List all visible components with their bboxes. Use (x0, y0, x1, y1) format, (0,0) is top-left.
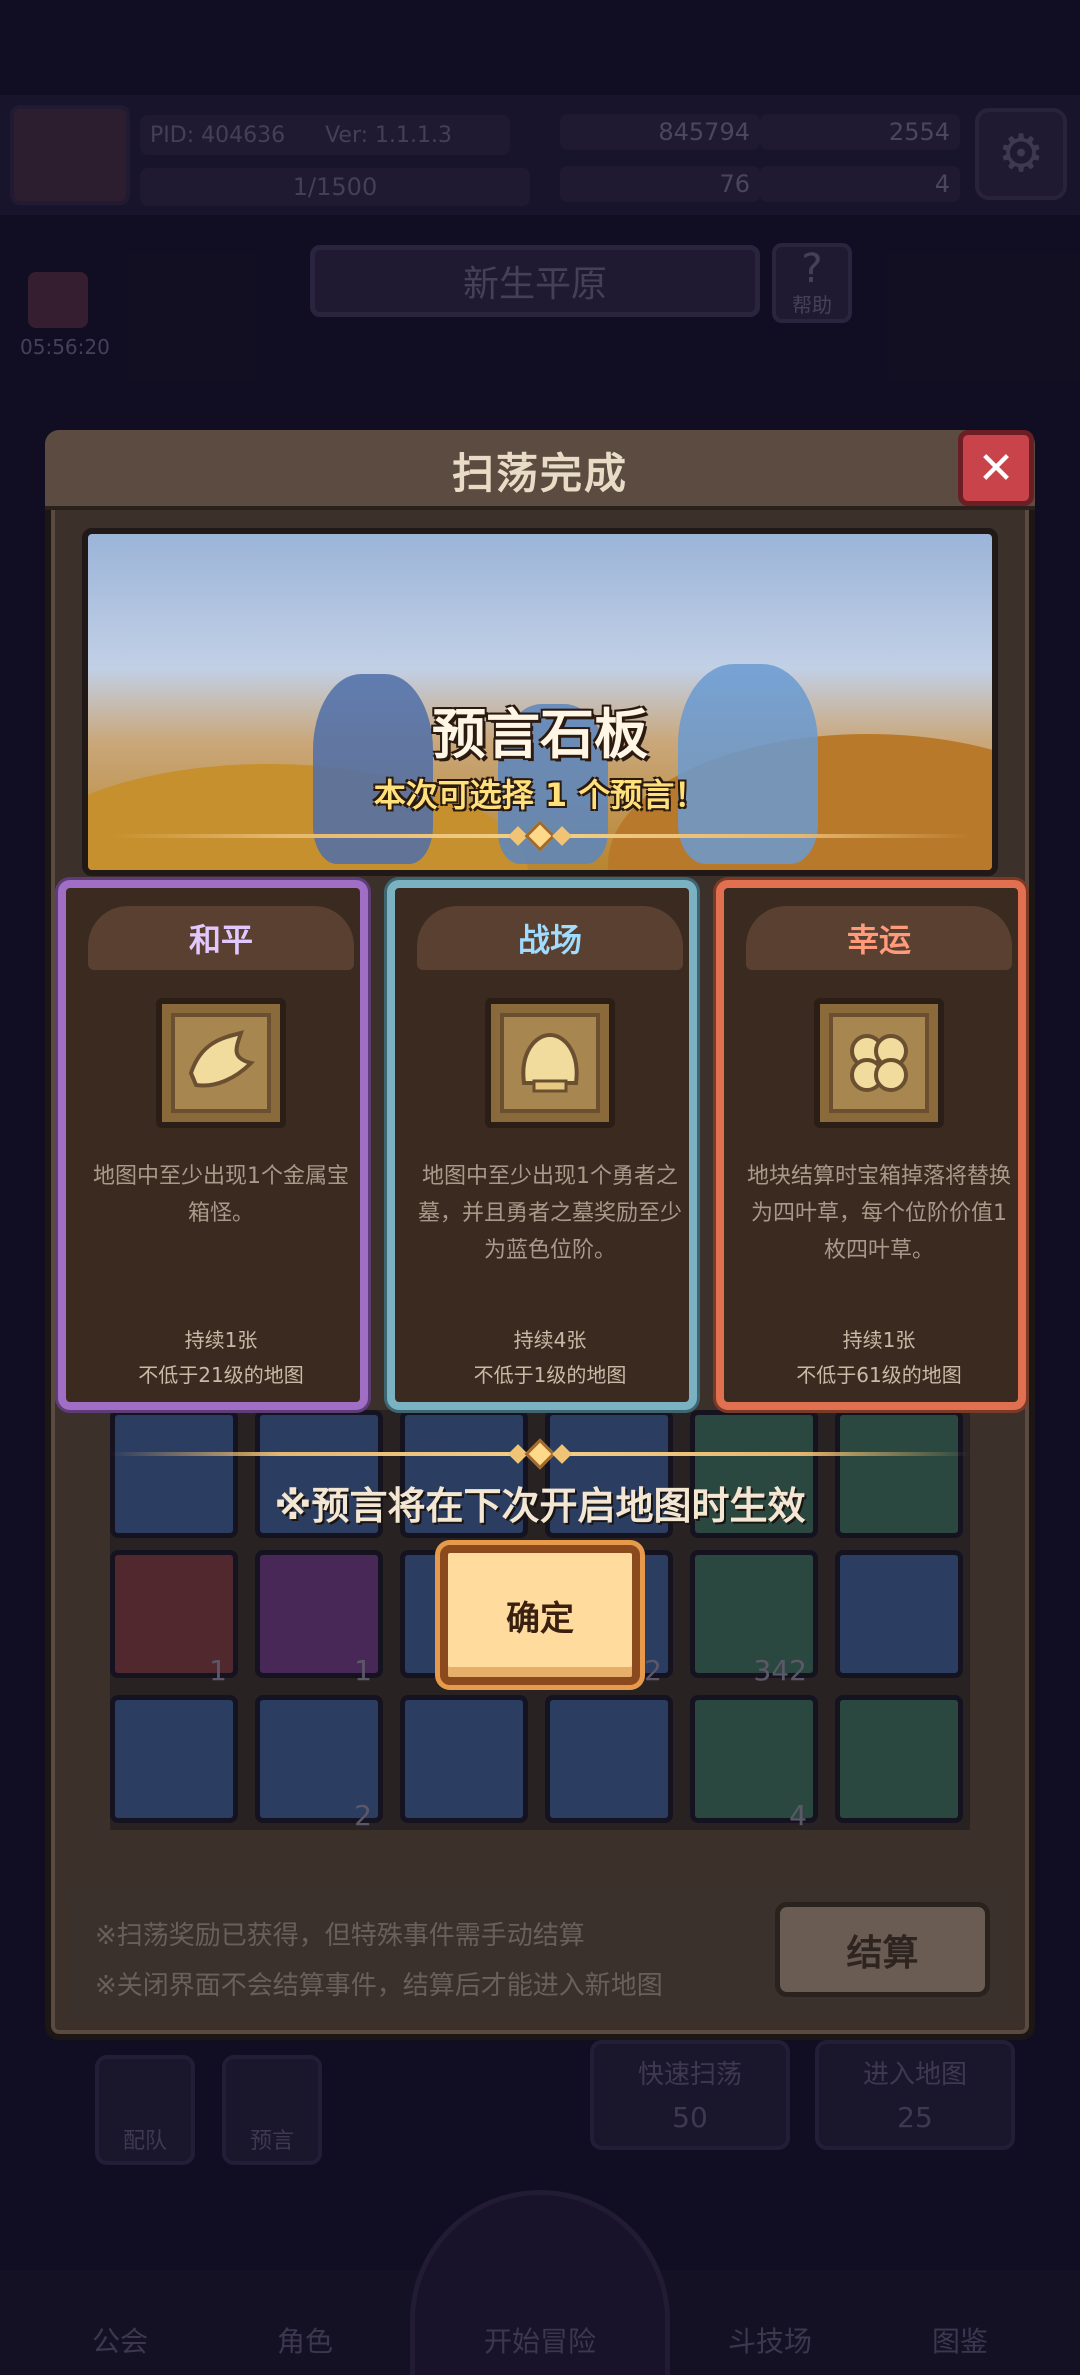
card-title: 幸运 (746, 906, 1012, 970)
settle-button[interactable]: 结算 (775, 1902, 990, 1997)
tip-line-1: ※扫荡奖励已获得，但特殊事件需手动结算 (95, 1921, 585, 1951)
card-icon-frame (814, 998, 944, 1128)
tip-line-2: ※关闭界面不会结算事件，结算后才能进入新地图 (95, 1971, 663, 2001)
card-requirement: 不低于61级的地图 (796, 1363, 962, 1387)
ornament-icon (485, 1438, 595, 1470)
four-leaf-clover-icon (829, 1013, 929, 1113)
card-requirement: 不低于21级的地图 (138, 1363, 304, 1387)
player-avatar[interactable] (10, 105, 130, 205)
player-id-bar: PID: 404636 Ver: 1.1.1.3 (140, 115, 510, 155)
prophecy-title: 预言石板 (432, 703, 648, 766)
nav-start-adventure[interactable]: 开始冒险 (440, 2320, 640, 2360)
gem-value: 2554 (888, 118, 950, 146)
help-label: 帮助 (792, 292, 832, 317)
gold-value: 845794 (658, 118, 750, 146)
card-description: 地块结算时宝箱掉落将替换为四叶草，每个位阶价值1枚四叶草。 (746, 1164, 1011, 1263)
player-id: PID: 404636 (150, 122, 286, 148)
ornament-icon (485, 820, 595, 852)
close-icon: ✕ (977, 442, 1015, 494)
prophecy-label: 预言 (249, 2129, 294, 2154)
card-duration: 持续1张 (184, 1328, 258, 1352)
confirm-label: 确定 (506, 1598, 574, 1639)
team-label: 配队 (122, 2129, 167, 2154)
card-icon-frame (485, 998, 615, 1128)
stamina-bar: 1/1500 (140, 168, 530, 206)
help-button[interactable]: ? 帮助 (772, 243, 852, 323)
shell-helmet-icon (500, 1013, 600, 1113)
close-button[interactable]: ✕ (958, 430, 1034, 506)
card-duration: 持续1张 (842, 1328, 916, 1352)
question-icon: ? (801, 245, 823, 292)
gold-counter: 845794 (560, 114, 760, 150)
prophecy-card-battlefield[interactable]: 战场 地图中至少出现1个勇者之墓，并且勇者之墓奖励至少为蓝色位阶。 持续4张 不… (387, 880, 697, 1410)
gem-counter: 2554 (760, 114, 960, 150)
event-timer: 05:56:20 (20, 335, 110, 359)
card-description: 地图中至少出现1个金属宝箱怪。 (93, 1164, 349, 1226)
card-duration-block: 持续1张 不低于61级的地图 (724, 1323, 1034, 1393)
quick-sweep-cost: 50 (672, 2101, 708, 2134)
card-duration: 持续4张 (513, 1328, 587, 1352)
card-duration-block: 持续4张 不低于1级的地图 (395, 1323, 705, 1393)
quick-sweep-button[interactable]: 快速扫荡 50 (590, 2040, 790, 2150)
nav-guild[interactable]: 公会 (60, 2320, 180, 2360)
confirm-button[interactable]: 确定 (440, 1545, 640, 1685)
dove-icon (171, 1013, 271, 1113)
dialog-title: 扫荡完成 (451, 449, 628, 498)
card-description: 地图中至少出现1个勇者之墓，并且勇者之墓奖励至少为蓝色位阶。 (417, 1164, 682, 1263)
card-requirement: 不低于1级的地图 (473, 1363, 627, 1387)
enter-map-cost: 25 (897, 2101, 933, 2134)
nav-arena[interactable]: 斗技场 (700, 2320, 840, 2360)
enter-map-button[interactable]: 进入地图 25 (815, 2040, 1015, 2150)
note-counter: 4 (760, 166, 960, 202)
gear-icon: ⚙ (997, 124, 1045, 184)
nav-codex[interactable]: 图鉴 (900, 2320, 1020, 2360)
card-title: 战场 (417, 906, 683, 970)
quick-sweep-label: 快速扫荡 (637, 2060, 742, 2090)
prophecy-card-peace[interactable]: 和平 地图中至少出现1个金属宝箱怪。 持续1张 不低于21级的地图 (58, 880, 368, 1410)
clover-counter: 76 (560, 166, 760, 202)
gift-icon[interactable] (28, 272, 88, 328)
card-icon-frame (156, 998, 286, 1128)
game-version: Ver: 1.1.1.3 (325, 122, 453, 148)
stamina-value: 1/1500 (292, 173, 378, 201)
prophecy-notice: ※预言将在下次开启地图时生效 (274, 1484, 806, 1528)
card-duration-block: 持续1张 不低于21级的地图 (66, 1323, 376, 1393)
settle-label: 结算 (846, 1932, 919, 1974)
prophecy-button[interactable]: 预言 (222, 2055, 322, 2165)
prophecy-card-luck[interactable]: 幸运 地块结算时宝箱掉落将替换为四叶草，每个位阶价值1枚四叶草。 持续1张 不低… (716, 880, 1026, 1410)
prophecy-subtitle: 本次可选择 1 个预言！ (373, 776, 707, 814)
region-name-plate: 新生平原 (310, 245, 760, 317)
settings-button[interactable]: ⚙ (975, 108, 1067, 200)
region-name: 新生平原 (462, 264, 607, 305)
clover-value: 76 (719, 170, 750, 198)
card-title: 和平 (88, 906, 354, 970)
team-button[interactable]: 配队 (95, 2055, 195, 2165)
nav-character[interactable]: 角色 (245, 2320, 365, 2360)
enter-map-label: 进入地图 (862, 2060, 967, 2090)
note-value: 4 (934, 170, 950, 198)
